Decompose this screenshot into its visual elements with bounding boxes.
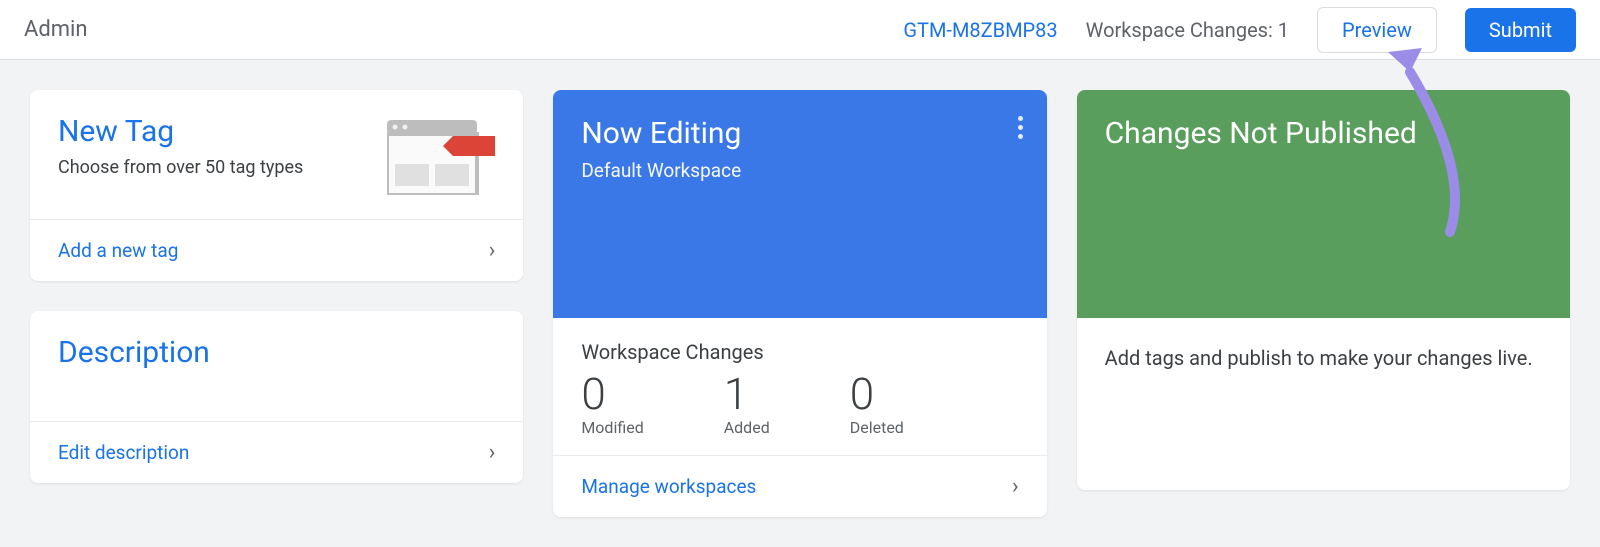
new-tag-title: New Tag xyxy=(58,114,367,149)
manage-workspaces-label: Manage workspaces xyxy=(581,475,756,498)
dashboard: New Tag Choose from over 50 tag types Ad… xyxy=(0,60,1600,547)
publish-body: Add tags and publish to make your change… xyxy=(1077,318,1570,490)
manage-workspaces-action[interactable]: Manage workspaces › xyxy=(553,455,1046,517)
stat-added: 1 Added xyxy=(724,368,770,437)
publish-header: Changes Not Published xyxy=(1077,90,1570,318)
top-header: Admin GTM-M8ZBMP83 Workspace Changes: 1 … xyxy=(0,0,1600,60)
edit-description-label: Edit description xyxy=(58,441,189,464)
deleted-label: Deleted xyxy=(850,418,904,437)
tag-icon xyxy=(387,120,495,195)
workspace-name: Default Workspace xyxy=(581,159,1018,182)
container-id-link[interactable]: GTM-M8ZBMP83 xyxy=(903,18,1057,42)
publish-card: Changes Not Published Add tags and publi… xyxy=(1077,90,1570,490)
new-tag-subtitle: Choose from over 50 tag types xyxy=(58,155,367,180)
edit-description-action[interactable]: Edit description › xyxy=(30,421,523,483)
add-new-tag-action[interactable]: Add a new tag › xyxy=(30,219,523,281)
workspace-changes-count: Workspace Changes: 1 xyxy=(1086,18,1289,42)
now-editing-card: Now Editing Default Workspace Workspace … xyxy=(553,90,1046,517)
added-count: 1 xyxy=(724,368,770,420)
header-actions: GTM-M8ZBMP83 Workspace Changes: 1 Previe… xyxy=(903,7,1576,53)
new-tag-card: New Tag Choose from over 50 tag types Ad… xyxy=(30,90,523,281)
modified-count: 0 xyxy=(581,368,643,420)
stat-modified: 0 Modified xyxy=(581,368,643,437)
workspace-changes-label: Workspace Changes xyxy=(581,340,1018,364)
chevron-right-icon: › xyxy=(489,238,496,263)
chevron-right-icon: › xyxy=(1012,474,1019,499)
modified-label: Modified xyxy=(581,418,643,437)
chevron-right-icon: › xyxy=(489,440,496,465)
description-title: Description xyxy=(58,335,495,370)
page-title: Admin xyxy=(24,17,88,42)
added-label: Added xyxy=(724,418,770,437)
left-column: New Tag Choose from over 50 tag types Ad… xyxy=(30,90,523,517)
add-new-tag-label: Add a new tag xyxy=(58,239,178,262)
workspace-changes-body: Workspace Changes 0 Modified 1 Added 0 D… xyxy=(553,318,1046,455)
preview-button[interactable]: Preview xyxy=(1317,7,1437,53)
submit-button[interactable]: Submit xyxy=(1465,8,1576,52)
now-editing-title: Now Editing xyxy=(581,116,1018,151)
description-card: Description Edit description › xyxy=(30,311,523,483)
right-column: Changes Not Published Add tags and publi… xyxy=(1077,90,1570,517)
publish-title: Changes Not Published xyxy=(1105,116,1542,151)
now-editing-header: Now Editing Default Workspace xyxy=(553,90,1046,318)
middle-column: Now Editing Default Workspace Workspace … xyxy=(553,90,1046,517)
more-options-icon[interactable] xyxy=(1018,116,1023,139)
deleted-count: 0 xyxy=(850,368,904,420)
stat-deleted: 0 Deleted xyxy=(850,368,904,437)
